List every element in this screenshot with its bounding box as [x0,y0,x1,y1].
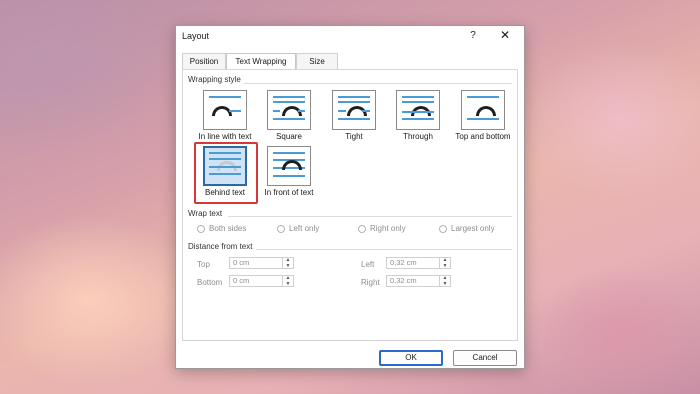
through-icon [396,90,440,130]
spin-arrows-icon[interactable]: ▲ ▼ [439,257,450,269]
radio-label: Right only [370,224,406,233]
help-button[interactable]: ? [466,30,480,41]
distance-divider [256,249,512,250]
wrapping-style-label: Wrapping style [188,75,241,84]
wrap-option-label: Top and bottom [455,132,511,141]
ok-button[interactable]: OK [379,350,443,366]
wrap-option-square[interactable]: Square [259,90,319,141]
top-distance-label: Top [197,260,210,269]
bottom-distance-value: 0 cm [233,276,250,285]
title-bar: Layout ? ✕ [176,26,524,48]
spin-arrows-icon[interactable]: ▲ ▼ [282,275,293,287]
distance-label: Distance from text [188,242,253,251]
radio-circle-icon [358,224,366,233]
selection-highlight [194,142,258,204]
bottom-distance-stepper[interactable]: 0 cm ▲ ▼ [229,275,294,287]
tab-text-wrapping[interactable]: Text Wrapping [226,53,296,70]
right-distance-value: 0,32 cm [390,276,417,285]
top-distance-stepper[interactable]: 0 cm ▲ ▼ [229,257,294,269]
right-distance-stepper[interactable]: 0,32 cm ▲ ▼ [386,275,451,287]
tight-icon [332,90,376,130]
radio-label: Both sides [209,224,247,233]
radio-label: Largest only [451,224,495,233]
wrap-text-label: Wrap text [188,209,223,218]
left-distance-value: 0,32 cm [390,258,417,267]
close-button[interactable]: ✕ [498,28,512,42]
top-and-bottom-icon [461,90,505,130]
wrapping-style-divider [244,83,512,84]
radio-largest-only[interactable]: Largest only [439,224,495,233]
radio-circle-icon [439,224,447,233]
cancel-button[interactable]: Cancel [453,350,517,366]
spin-arrows-icon[interactable]: ▲ ▼ [282,257,293,269]
radio-left-only[interactable]: Left only [277,224,319,233]
radio-circle-icon [197,224,205,233]
wrap-option-tight[interactable]: Tight [324,90,384,141]
wrap-option-label: Square [276,132,302,141]
tab-size[interactable]: Size [296,53,338,69]
dialog-title: Layout [182,31,210,41]
radio-circle-icon [277,224,285,233]
radio-both-sides[interactable]: Both sides [197,224,246,233]
right-distance-label: Right [361,278,380,287]
tab-position[interactable]: Position [182,53,226,69]
spin-arrows-icon[interactable]: ▲ ▼ [439,275,450,287]
wrap-option-through[interactable]: Through [388,90,448,141]
wrap-option-top-and-bottom[interactable]: Top and bottom [453,90,513,141]
in-front-of-text-icon [267,146,311,186]
wrap-text-divider [228,216,512,217]
radio-right-only[interactable]: Right only [358,224,406,233]
bottom-distance-label: Bottom [197,278,223,287]
square-icon [267,90,311,130]
wrap-option-inline[interactable]: In line with text [195,90,255,141]
left-distance-label: Left [361,260,375,269]
top-distance-value: 0 cm [233,258,250,267]
radio-label: Left only [289,224,320,233]
wrap-option-label: Through [403,132,433,141]
wrap-option-label: Tight [345,132,363,141]
wrap-option-in-front-of-text[interactable]: In front of text [259,146,319,197]
wrap-option-label: In line with text [198,132,252,141]
inline-icon [203,90,247,130]
left-distance-stepper[interactable]: 0,32 cm ▲ ▼ [386,257,451,269]
wrap-option-label: In front of text [264,188,314,197]
